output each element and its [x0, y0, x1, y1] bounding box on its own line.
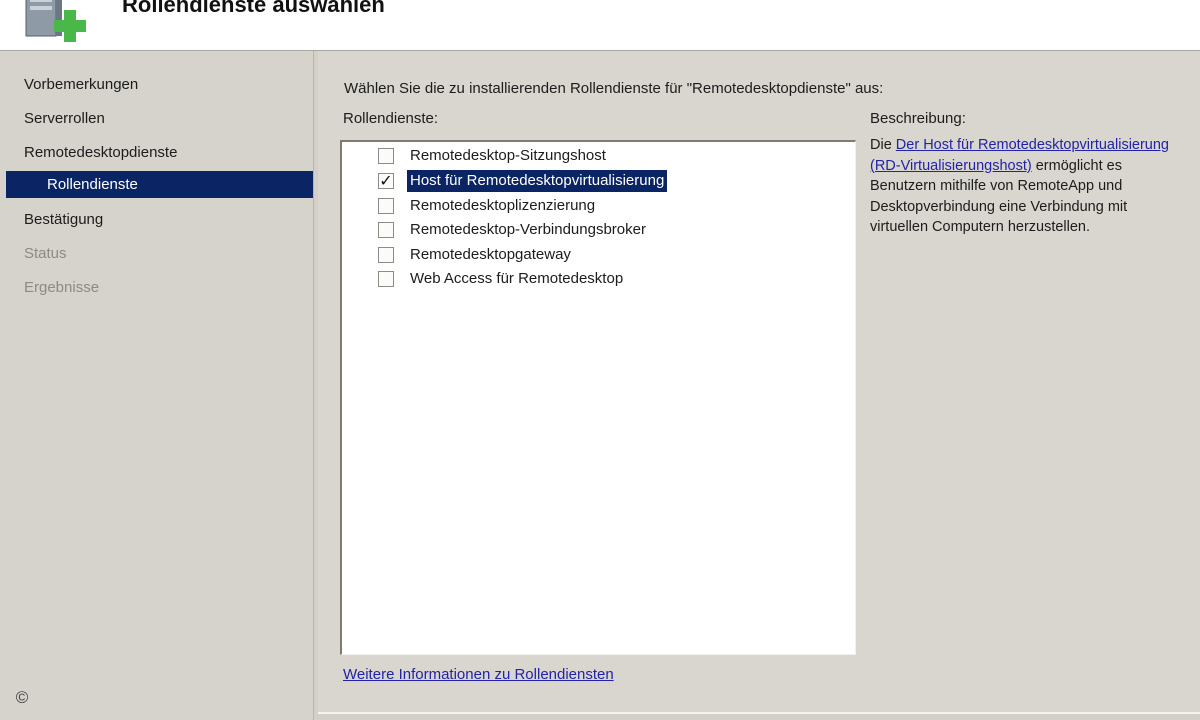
role-services-list[interactable]: Remotedesktop-Sitzungshost ✓ Host für Re… — [340, 140, 856, 655]
wizard-header: Rollendienste auswählen — [0, 0, 1200, 51]
role-services-label: Rollendienste: — [343, 110, 439, 127]
list-item-label[interactable]: Remotedesktop-Sitzungshost — [407, 145, 609, 167]
list-item-label[interactable]: Web Access für Remotedesktop — [407, 268, 626, 290]
sidebar-item-rollendienste[interactable]: Rollendienste — [6, 171, 313, 198]
bottom-divider — [318, 712, 1200, 714]
sidebar-item-ergebnisse: Ergebnisse — [24, 279, 100, 296]
page-title: Rollendienste auswählen — [122, 0, 385, 17]
sidebar-item-bestaetigung[interactable]: Bestätigung — [6, 206, 313, 233]
list-item-label[interactable]: Remotedesktoplizenzierung — [407, 195, 598, 217]
description-text: Die Der Host für Remotedesktopvirtualisi… — [870, 135, 1170, 238]
sidebar-item-status: Status — [24, 245, 67, 262]
checkbox[interactable] — [378, 148, 394, 164]
description-link[interactable]: Der Host für Remotedesktopvirtualisierun… — [870, 137, 1169, 174]
description-prefix: Die — [870, 137, 896, 153]
list-item-label[interactable]: Remotedesktopgateway — [407, 244, 574, 266]
sidebar-item-serverrollen[interactable]: Serverrollen — [6, 105, 313, 132]
list-item-label[interactable]: Remotedesktop-Verbindungsbroker — [407, 219, 649, 241]
checkbox[interactable]: ✓ — [378, 173, 394, 189]
checkbox[interactable] — [378, 247, 394, 263]
list-item-label[interactable]: Host für Remotedesktopvirtualisierung — [407, 170, 668, 192]
checkbox[interactable] — [378, 271, 394, 287]
checkbox[interactable] — [378, 222, 394, 238]
sidebar-item-vorbemerkungen[interactable]: Vorbemerkungen — [6, 71, 313, 98]
wizard-sidebar: Vorbemerkungen Serverrollen Remotedeskto… — [0, 51, 314, 720]
more-info-link[interactable]: Weitere Informationen zu Rollendiensten — [343, 666, 614, 683]
checkbox[interactable] — [378, 198, 394, 214]
instruction-text: Wählen Sie die zu installierenden Rollen… — [344, 80, 884, 97]
server-add-icon — [25, 0, 86, 42]
sidebar-item-remotedesktopdienste[interactable]: Remotedesktopdienste — [6, 139, 313, 166]
description-label: Beschreibung: — [870, 110, 966, 127]
copyright-mark: © — [15, 688, 29, 707]
